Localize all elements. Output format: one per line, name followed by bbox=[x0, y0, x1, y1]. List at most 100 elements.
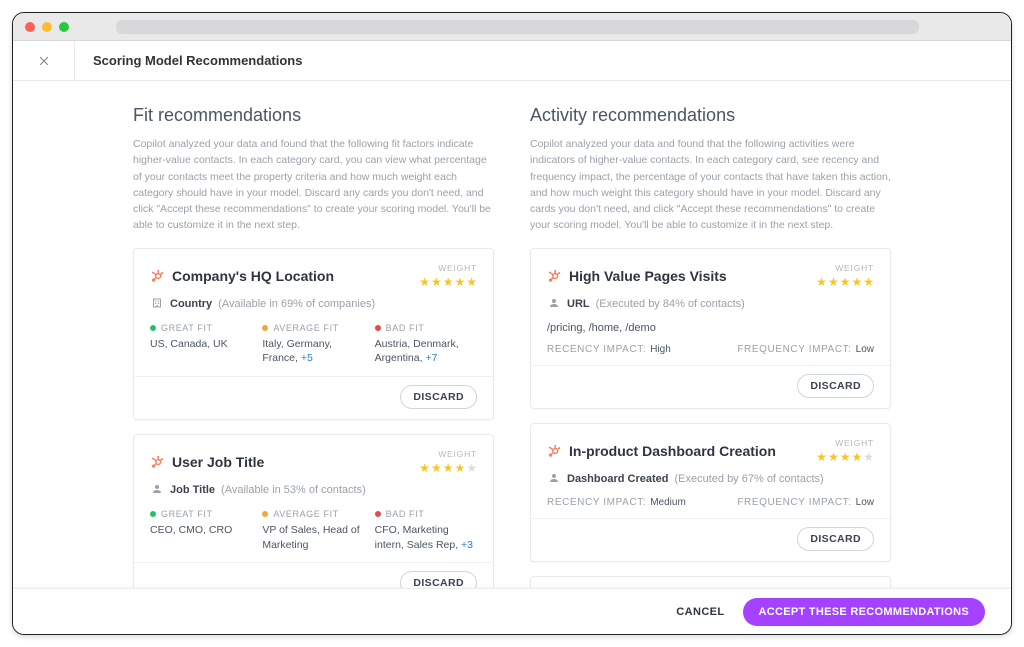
activity-card: Webinar Sign-Up WEIGHT ★★★★★ GoToWebinar… bbox=[530, 576, 891, 588]
more-link[interactable]: +5 bbox=[301, 352, 313, 364]
modal-close-button[interactable] bbox=[13, 41, 75, 80]
great-fit-values: CEO, CMO, CRO bbox=[150, 523, 252, 538]
dot-red-icon bbox=[375, 325, 381, 331]
fit-availability: (Available in 53% of contacts) bbox=[221, 484, 366, 496]
star-icon: ★ bbox=[466, 461, 477, 475]
discard-button[interactable]: DISCARD bbox=[400, 571, 477, 588]
recency-value: High bbox=[650, 344, 671, 355]
star-icon: ★ bbox=[828, 450, 839, 464]
weight-label: WEIGHT bbox=[816, 438, 874, 448]
more-link[interactable]: +3 bbox=[461, 539, 473, 551]
star-icon: ★ bbox=[816, 450, 827, 464]
browser-window: Scoring Model Recommendations Fit recomm… bbox=[12, 12, 1012, 635]
modal-body: Fit recommendations Copilot analyzed you… bbox=[13, 81, 1011, 588]
fit-property-name: Job Title bbox=[170, 484, 215, 496]
activity-card-title: High Value Pages Visits bbox=[569, 268, 727, 284]
activity-property-name: Dashboard Created bbox=[567, 473, 668, 485]
weight-stars: ★★★★★ bbox=[419, 275, 477, 289]
frequency-value: Low bbox=[856, 497, 874, 508]
bad-fit-label: BAD FIT bbox=[386, 323, 425, 333]
activity-card: In-product Dashboard Creation WEIGHT ★★★… bbox=[530, 423, 891, 562]
dot-red-icon bbox=[375, 511, 381, 517]
modal-title: Scoring Model Recommendations bbox=[75, 53, 302, 68]
recency-value: Medium bbox=[650, 497, 686, 508]
star-icon: ★ bbox=[454, 275, 465, 289]
average-fit-values: Italy, Germany, France, +5 bbox=[262, 337, 364, 366]
star-icon: ★ bbox=[863, 450, 874, 464]
frequency-label: FREQUENCY IMPACT: bbox=[737, 497, 851, 508]
activity-card: High Value Pages Visits WEIGHT ★★★★★ URL… bbox=[530, 248, 891, 409]
close-icon bbox=[37, 54, 51, 68]
fit-description: Copilot analyzed your data and found tha… bbox=[133, 136, 494, 234]
weight-label: WEIGHT bbox=[816, 263, 874, 273]
star-icon: ★ bbox=[466, 275, 477, 289]
dot-green-icon bbox=[150, 511, 156, 517]
person-icon bbox=[547, 472, 561, 487]
discard-button[interactable]: DISCARD bbox=[797, 527, 874, 551]
weight-block: WEIGHT ★★★★★ bbox=[419, 263, 477, 289]
activity-card-title: In-product Dashboard Creation bbox=[569, 443, 776, 459]
activity-column: Activity recommendations Copilot analyze… bbox=[530, 105, 891, 588]
window-minimize-dot[interactable] bbox=[42, 22, 52, 32]
star-icon: ★ bbox=[431, 461, 442, 475]
person-icon bbox=[547, 297, 561, 312]
star-icon: ★ bbox=[443, 275, 454, 289]
dot-green-icon bbox=[150, 325, 156, 331]
hubspot-icon bbox=[547, 269, 561, 283]
frequency-label: FREQUENCY IMPACT: bbox=[737, 344, 851, 355]
star-icon: ★ bbox=[840, 275, 851, 289]
more-link[interactable]: +7 bbox=[425, 352, 437, 364]
window-zoom-dot[interactable] bbox=[59, 22, 69, 32]
frequency-value: Low bbox=[856, 344, 874, 355]
weight-stars: ★★★★★ bbox=[419, 461, 477, 475]
star-icon: ★ bbox=[816, 275, 827, 289]
modal-footer: CANCEL ACCEPT THESE RECOMMENDATIONS bbox=[13, 588, 1011, 634]
person-icon bbox=[150, 483, 164, 498]
bad-fit-label: BAD FIT bbox=[386, 509, 425, 519]
star-icon: ★ bbox=[431, 275, 442, 289]
fit-card: User Job Title WEIGHT ★★★★★ Job Title (A… bbox=[133, 434, 494, 588]
fit-property-name: Country bbox=[170, 298, 212, 310]
fit-card-title: User Job Title bbox=[172, 454, 264, 470]
star-icon: ★ bbox=[863, 275, 874, 289]
cancel-button[interactable]: CANCEL bbox=[676, 606, 724, 618]
accept-recommendations-button[interactable]: ACCEPT THESE RECOMMENDATIONS bbox=[743, 598, 985, 626]
weight-label: WEIGHT bbox=[419, 449, 477, 459]
star-icon: ★ bbox=[851, 275, 862, 289]
activity-description: Copilot analyzed your data and found tha… bbox=[530, 136, 891, 234]
weight-block: WEIGHT ★★★★★ bbox=[419, 449, 477, 475]
star-icon: ★ bbox=[840, 450, 851, 464]
fit-column: Fit recommendations Copilot analyzed you… bbox=[133, 105, 494, 588]
hubspot-icon bbox=[150, 269, 164, 283]
star-icon: ★ bbox=[443, 461, 454, 475]
building-icon bbox=[150, 297, 164, 312]
fit-heading: Fit recommendations bbox=[133, 105, 494, 126]
fit-availability: (Available in 69% of companies) bbox=[218, 298, 375, 310]
weight-stars: ★★★★★ bbox=[816, 275, 874, 289]
weight-block: WEIGHT ★★★★★ bbox=[816, 438, 874, 464]
recency-label: RECENCY IMPACT: bbox=[547, 344, 646, 355]
activity-availability: (Executed by 84% of contacts) bbox=[596, 298, 745, 310]
star-icon: ★ bbox=[851, 450, 862, 464]
recency-label: RECENCY IMPACT: bbox=[547, 497, 646, 508]
discard-button[interactable]: DISCARD bbox=[400, 385, 477, 409]
weight-stars: ★★★★★ bbox=[816, 450, 874, 464]
hubspot-icon bbox=[150, 455, 164, 469]
weight-label: WEIGHT bbox=[419, 263, 477, 273]
star-icon: ★ bbox=[454, 461, 465, 475]
average-fit-label: AVERAGE FIT bbox=[273, 509, 338, 519]
dot-orange-icon bbox=[262, 325, 268, 331]
hubspot-icon bbox=[547, 444, 561, 458]
discard-button[interactable]: DISCARD bbox=[797, 374, 874, 398]
great-fit-label: GREAT FIT bbox=[161, 509, 213, 519]
fit-card: Company's HQ Location WEIGHT ★★★★★ Count… bbox=[133, 248, 494, 420]
window-close-dot[interactable] bbox=[25, 22, 35, 32]
address-bar[interactable] bbox=[116, 20, 919, 34]
browser-titlebar bbox=[13, 13, 1011, 41]
average-fit-label: AVERAGE FIT bbox=[273, 323, 338, 333]
activity-property-name: URL bbox=[567, 298, 590, 310]
dot-orange-icon bbox=[262, 511, 268, 517]
star-icon: ★ bbox=[419, 275, 430, 289]
modal-header: Scoring Model Recommendations bbox=[13, 41, 1011, 81]
activity-values: /pricing, /home, /demo bbox=[547, 322, 874, 334]
